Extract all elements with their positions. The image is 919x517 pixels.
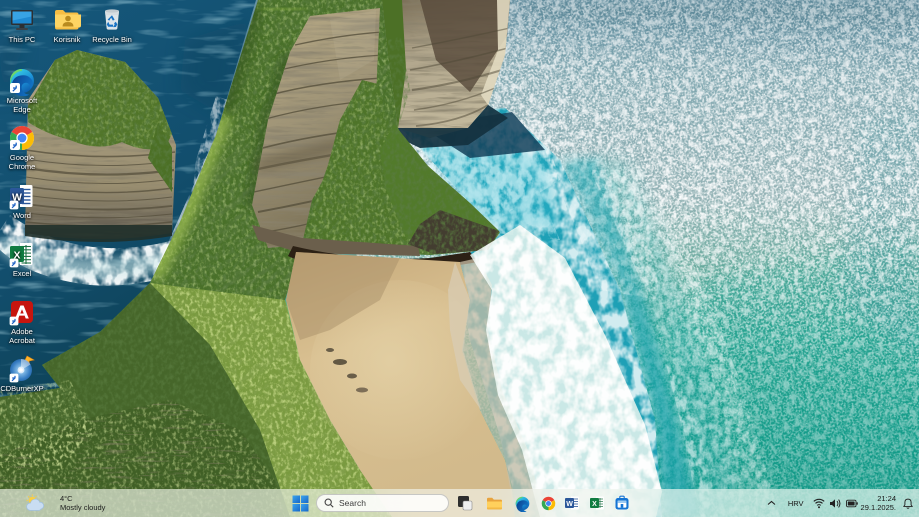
svg-text:X: X (592, 501, 597, 508)
svg-text:W: W (566, 501, 573, 508)
